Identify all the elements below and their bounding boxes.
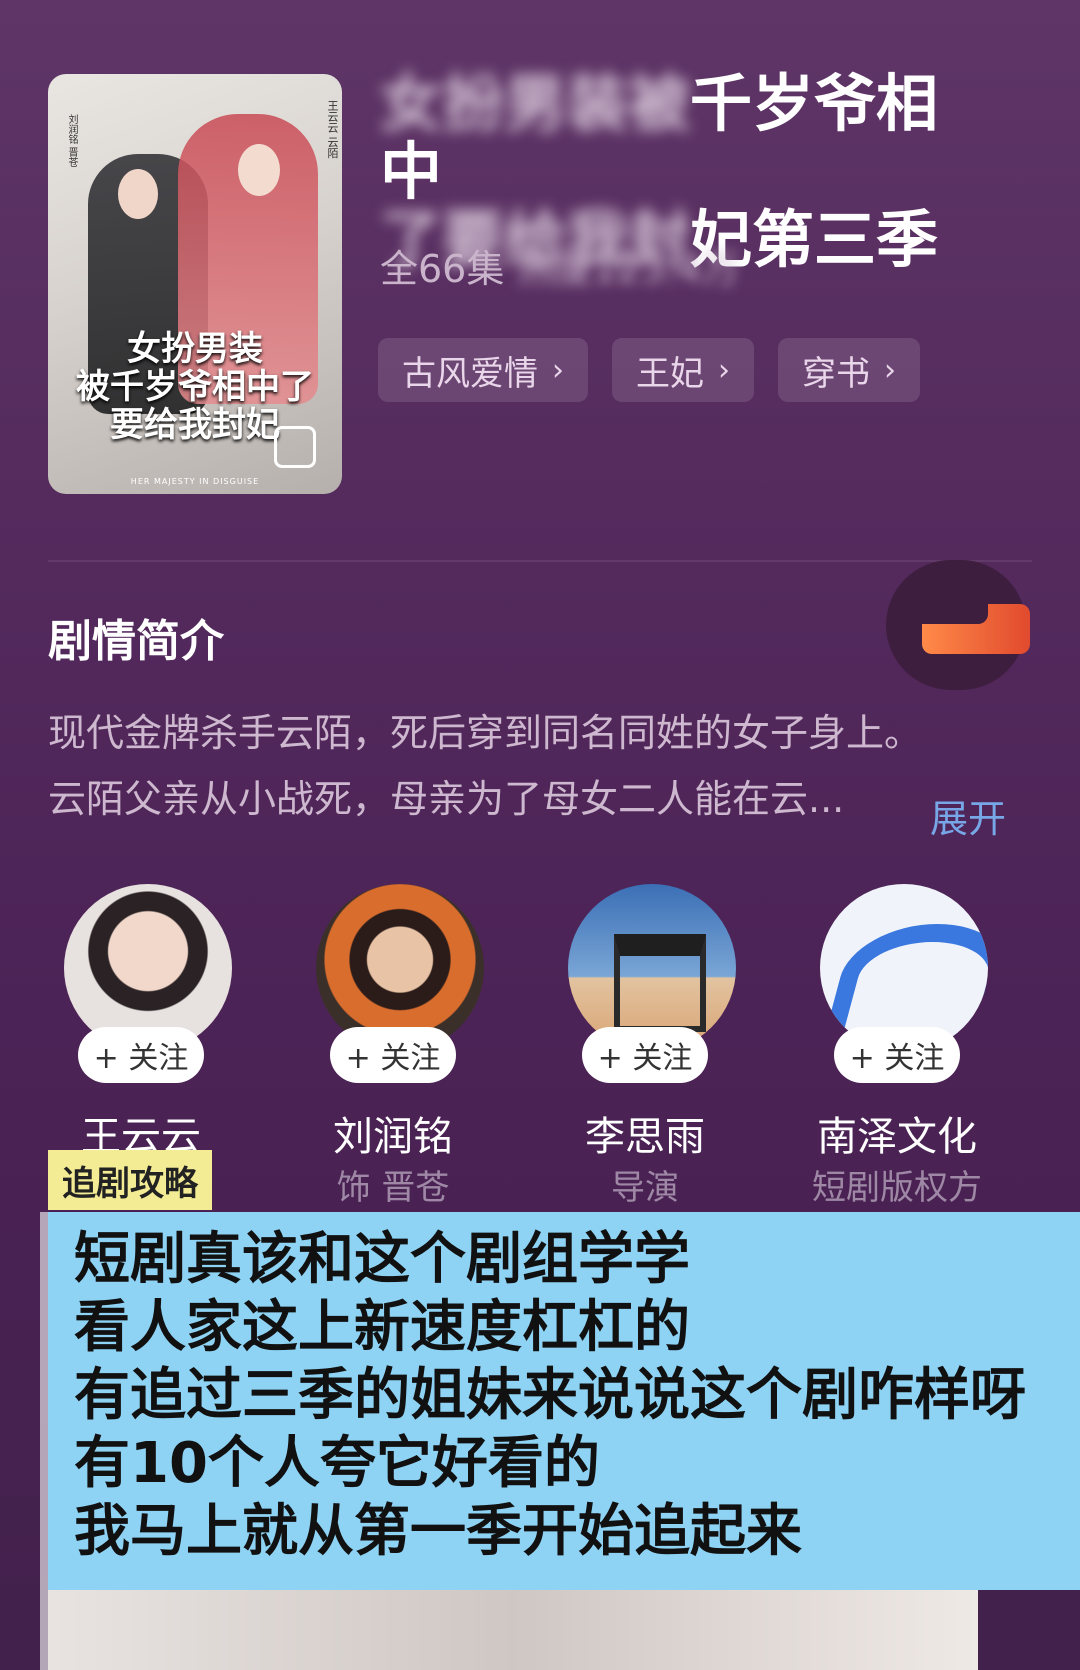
expand-link[interactable]: 展开	[930, 788, 1006, 843]
cast-item[interactable]: + 关注 李思雨 导演	[552, 884, 752, 1208]
follow-button[interactable]: + 关注	[330, 1027, 456, 1083]
cast-role: 饰 晋苍	[336, 1168, 450, 1208]
drama-poster[interactable]: 刘润铭 晋苍 王云云 云陌 女扮男装 被千岁爷相中了 要给我封妃 HER MAJ…	[48, 74, 342, 494]
cast-name: 刘润铭	[333, 1114, 453, 1160]
company-logo-icon	[825, 924, 988, 1032]
tag-gufeng[interactable]: 古风爱情 ›	[378, 338, 588, 402]
poster-subtitle: HER MAJESTY IN DISGUISE	[130, 477, 260, 486]
edge-strip	[40, 1212, 48, 1670]
cast-role: 短剧版权方	[812, 1168, 982, 1208]
divider	[48, 560, 1032, 562]
note-line: 有10个人夸它好看的	[74, 1431, 600, 1496]
follow-button[interactable]: + 关注	[834, 1027, 960, 1083]
floating-widget-icon[interactable]	[886, 560, 1030, 690]
widget-notch	[922, 604, 988, 624]
cast-item[interactable]: + 关注 刘润铭 饰 晋苍	[300, 884, 500, 1208]
synopsis-line: 云陌父亲从小战死，母亲为了母女二人能在云...	[48, 777, 845, 821]
note-line: 看人家这上新速度杠杠的	[74, 1295, 690, 1360]
note-line: 短剧真该和这个剧组学学	[74, 1227, 690, 1292]
synopsis-heading: 剧情简介	[48, 616, 224, 667]
cast-item[interactable]: + 关注 南泽文化 短剧版权方	[804, 884, 1004, 1208]
poster-face	[118, 169, 158, 219]
episode-meta: 全66集 热度123.4万	[380, 238, 739, 293]
tag-label: 古风爱情	[402, 353, 538, 394]
episode-count: 全66集	[380, 247, 505, 291]
follow-button[interactable]: + 关注	[78, 1027, 204, 1083]
tag-wangfei[interactable]: 王妃 ›	[612, 338, 754, 402]
poster-face	[238, 144, 280, 196]
poster-seal-icon	[274, 426, 316, 468]
cast-name: 李思雨	[585, 1114, 705, 1160]
sticky-label: 追剧攻略	[48, 1150, 212, 1210]
cast-role: 导演	[611, 1168, 679, 1208]
poster-cast-right: 王云云 云陌	[326, 100, 339, 159]
heat-count: 热度123.4万	[516, 247, 740, 291]
bottom-image	[48, 1590, 978, 1670]
drama-title-line1: 女扮男装被千岁爷相中	[380, 70, 980, 206]
chevron-right-icon: ›	[718, 352, 730, 388]
synopsis-line: 现代金牌杀手云陌，死后穿到同名同姓的女子身上。	[48, 711, 923, 755]
note-line: 有追过三季的姐妹来说说这个剧咋样呀	[74, 1363, 1026, 1428]
tag-list: 古风爱情 › 王妃 › 穿书 ›	[378, 338, 920, 402]
poster-cast-left: 刘润铭 晋苍	[66, 114, 77, 168]
cast-item[interactable]: + 关注 王云云	[48, 884, 248, 1160]
follow-button[interactable]: + 关注	[582, 1027, 708, 1083]
overlay-note: 短剧真该和这个剧组学学 看人家这上新速度杠杠的 有追过三季的姐妹来说说这个剧咋样…	[48, 1212, 1080, 1590]
poster-title-line: 女扮男装	[127, 329, 263, 369]
tag-label: 王妃	[636, 353, 704, 394]
note-line: 我马上就从第一季开始追起来	[74, 1499, 802, 1564]
tag-chuanshu[interactable]: 穿书 ›	[778, 338, 920, 402]
synopsis-text: 现代金牌杀手云陌，死后穿到同名同姓的女子身上。 云陌父亲从小战死，母亲为了母女二…	[48, 700, 1028, 832]
chevron-right-icon: ›	[884, 352, 896, 388]
tag-label: 穿书	[802, 353, 870, 394]
blurred-text: 女扮男装被	[380, 67, 691, 140]
director-chair-icon	[614, 934, 706, 1032]
chevron-right-icon: ›	[552, 352, 564, 388]
poster-title-line: 被千岁爷相中了	[76, 367, 314, 407]
cast-name: 南泽文化	[817, 1114, 977, 1160]
